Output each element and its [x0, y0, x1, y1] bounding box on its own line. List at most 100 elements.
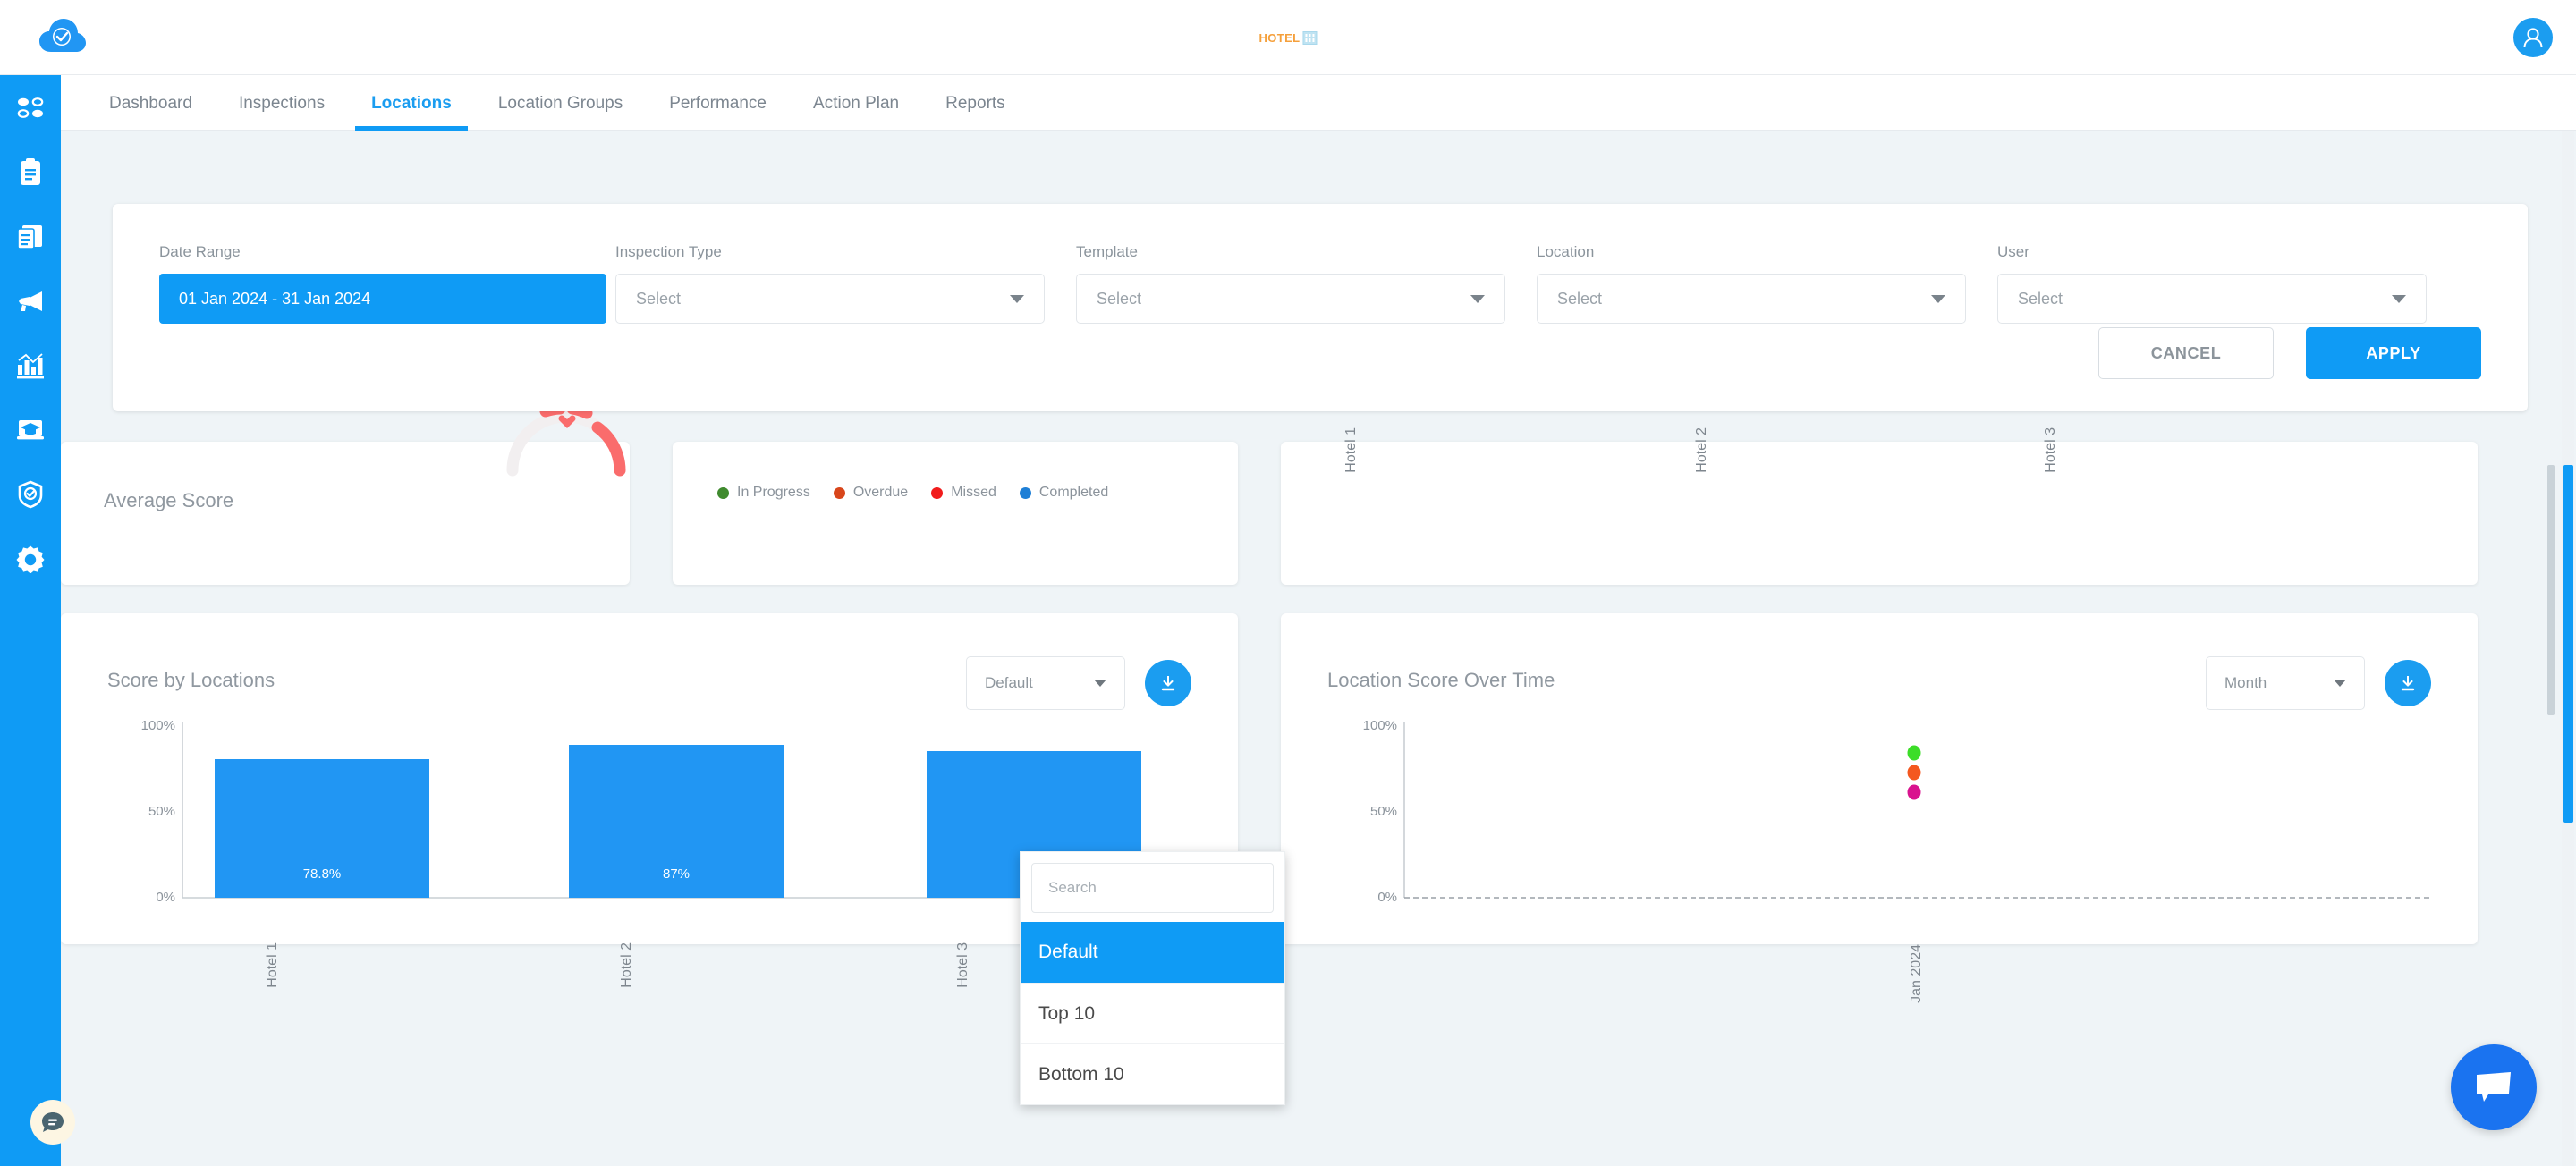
legend-item: Overdue	[833, 485, 908, 501]
scatter-point-hotel-2	[1907, 745, 1921, 761]
sidebar-item-training[interactable]	[13, 413, 47, 447]
tab-locations[interactable]: Locations	[355, 94, 468, 131]
axis-label-hotel-1: Hotel 1	[1343, 427, 1359, 473]
filter-user: User Select	[1997, 243, 2458, 324]
sidebar-item-inspections[interactable]	[13, 156, 47, 190]
y-tick-50: 50%	[148, 804, 175, 819]
date-range-input[interactable]: 01 Jan 2024 - 31 Jan 2024	[159, 274, 606, 324]
average-score-title: Average Score	[104, 489, 234, 511]
score-sort-value: Default	[985, 674, 1033, 691]
sidebar-item-dashboard[interactable]	[13, 91, 47, 125]
chevron-down-icon	[1931, 294, 1945, 303]
tab-performance[interactable]: Performance	[653, 94, 783, 130]
analytics-icon	[17, 353, 44, 379]
tab-action-plan[interactable]: Action Plan	[797, 94, 915, 130]
score-by-locations-title: Score by Locations	[107, 669, 275, 691]
chevron-down-icon	[2392, 294, 2406, 303]
y-tick-100: 100%	[141, 718, 175, 733]
chat-widget-icon	[2477, 1072, 2511, 1102]
sidebar-item-documents[interactable]	[13, 220, 47, 254]
chevron-down-icon	[1470, 294, 1485, 303]
time-granularity-select[interactable]: Month	[2206, 656, 2365, 710]
legend-item: Missed	[931, 485, 996, 501]
location-value: Select	[1557, 289, 1603, 308]
sidebar-item-analytics[interactable]	[13, 349, 47, 383]
inner-scrollbar-thumb[interactable]	[2547, 465, 2555, 715]
dropdown-option-bottom-10[interactable]: Bottom 10	[1021, 1043, 1284, 1104]
tab-inspections[interactable]: Inspections	[223, 94, 341, 130]
legend-dot-completed	[1019, 486, 1031, 499]
sidebar-item-announcements[interactable]	[13, 284, 47, 318]
download-icon	[1161, 676, 1175, 691]
inspection-type-label: Inspection Type	[615, 243, 722, 260]
documents-icon	[17, 225, 42, 249]
legend-dot-overdue	[833, 486, 845, 499]
legend-item: Completed	[1019, 485, 1109, 501]
legend-dot-in-progress	[717, 486, 729, 499]
legend-label: Missed	[951, 485, 996, 500]
user-icon	[2523, 28, 2543, 48]
dropdown-option-top-10[interactable]: Top 10	[1021, 983, 1284, 1043]
average-score-card: Average Score	[61, 402, 630, 585]
bar-x-label-hotel-1: Hotel 1	[265, 942, 280, 988]
user-avatar-wrap[interactable]	[2513, 0, 2553, 75]
search-input[interactable]	[1031, 863, 1274, 913]
clipboard-icon	[21, 158, 40, 185]
date-range-label: Date Range	[159, 243, 241, 260]
bar-label-hotel-2: 87%	[663, 866, 690, 882]
inspection-type-select[interactable]: Select	[615, 274, 1045, 324]
score-sort-select[interactable]: Default	[966, 656, 1125, 710]
top-bar: HOTEL	[0, 0, 2576, 75]
app-logo[interactable]	[0, 18, 125, 57]
scrollbar-thumb[interactable]	[2563, 465, 2573, 823]
location-score-controls: Month	[2206, 656, 2431, 710]
brand-logo: HOTEL	[1258, 0, 1318, 75]
axis-label-hotel-3: Hotel 3	[2043, 427, 2058, 473]
avatar[interactable]	[2513, 18, 2553, 57]
sidebar	[0, 75, 61, 1166]
download-button-bar-chart[interactable]	[1145, 660, 1191, 706]
sidebar-item-compliance[interactable]	[13, 477, 47, 511]
cancel-button[interactable]: CANCEL	[2098, 327, 2274, 379]
filter-actions: CANCEL APPLY	[2098, 327, 2481, 379]
filter-inspection-type: Inspection Type Select	[615, 243, 1076, 324]
dashboard-grid-icon	[17, 97, 44, 118]
brand-name: HOTEL	[1258, 30, 1301, 45]
download-button-line-chart[interactable]	[2385, 660, 2431, 706]
tab-location-groups[interactable]: Location Groups	[482, 94, 639, 130]
bar-x-label-hotel-2: Hotel 2	[619, 942, 634, 988]
inspection-status-card: In Progress Overdue Missed Completed	[673, 442, 1238, 585]
y-tick-0: 0%	[1377, 890, 1397, 905]
legend-dot-missed	[931, 486, 944, 499]
support-chat-widget[interactable]	[2451, 1044, 2537, 1130]
tab-dashboard[interactable]: Dashboard	[93, 94, 208, 130]
score-by-locations-controls: Default	[966, 656, 1191, 710]
location-score-over-time-title: Location Score Over Time	[1327, 669, 1555, 691]
legend-label: Completed	[1038, 485, 1109, 500]
status-legend: In Progress Overdue Missed Completed	[717, 485, 1108, 501]
help-chat-button[interactable]	[30, 1100, 75, 1145]
template-select[interactable]: Select	[1076, 274, 1505, 324]
template-label: Template	[1076, 243, 1138, 260]
filter-row: Date Range 01 Jan 2024 - 31 Jan 2024 Ins…	[113, 204, 2528, 324]
user-select[interactable]: Select	[1997, 274, 2427, 324]
download-icon	[2401, 676, 2415, 691]
location-select[interactable]: Select	[1537, 274, 1966, 324]
training-icon	[17, 420, 44, 440]
filter-panel: Date Range 01 Jan 2024 - 31 Jan 2024 Ins…	[113, 204, 2528, 411]
locations-overview-card: Hotel 1 Hotel 2 Hotel 3	[1281, 427, 2478, 585]
cloud-check-logo	[39, 18, 86, 52]
scatter-x-label-jan-2024: Jan 2024	[1909, 944, 1924, 1003]
legend-label: In Progress	[737, 485, 810, 500]
tab-reports[interactable]: Reports	[929, 94, 1021, 130]
megaphone-icon	[19, 292, 42, 311]
shield-check-icon	[18, 480, 43, 509]
chevron-down-icon	[2334, 680, 2346, 687]
y-tick-50: 50%	[1370, 804, 1397, 819]
apply-button[interactable]: APPLY	[2306, 327, 2481, 379]
sidebar-item-settings[interactable]	[13, 542, 47, 576]
bar-label-hotel-1: 78.8%	[303, 866, 342, 882]
gear-icon	[16, 545, 45, 573]
filter-location: Location Select	[1537, 243, 1997, 324]
dropdown-option-default[interactable]: Default	[1021, 922, 1284, 983]
